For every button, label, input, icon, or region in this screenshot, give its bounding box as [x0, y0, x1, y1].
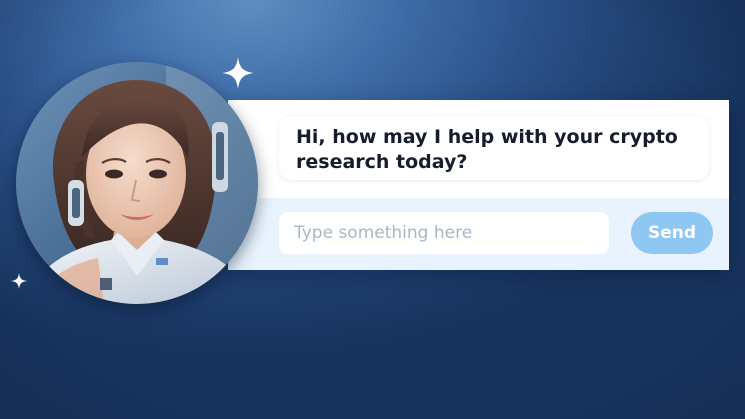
assistant-message-text: Hi, how may I help with your crypto rese…	[296, 126, 678, 173]
message-input[interactable]	[279, 212, 609, 254]
sparkle-icon	[222, 57, 254, 89]
assistant-avatar	[16, 62, 258, 304]
chat-panel: Hi, how may I help with your crypto rese…	[228, 100, 729, 270]
sparkle-icon	[11, 273, 27, 289]
assistant-avatar-image	[16, 62, 258, 304]
assistant-message-bubble: Hi, how may I help with your crypto rese…	[279, 116, 709, 180]
send-button[interactable]: Send	[631, 212, 713, 254]
